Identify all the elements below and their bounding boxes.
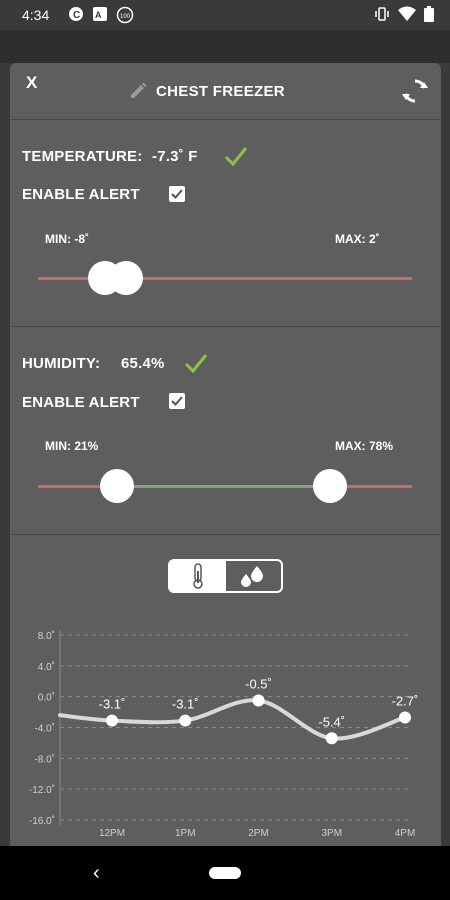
data-point — [325, 732, 338, 745]
data-point — [106, 714, 118, 727]
data-point — [399, 711, 411, 724]
thermometer-icon — [193, 563, 203, 589]
x-tick-label: 4PM — [395, 828, 416, 839]
device-card: X CHEST FREEZER TEMPERATURE: -7.3˚ F ENA… — [10, 63, 441, 853]
data-label: -2.7˚ — [392, 693, 419, 708]
y-tick-label: 4.0˚ — [38, 661, 55, 673]
humidity-slider-track-range[interactable] — [117, 485, 330, 488]
svg-text:C: C — [73, 10, 80, 21]
y-tick-label: -12.0˚ — [29, 784, 55, 796]
checkmark-icon — [171, 189, 183, 199]
humidity-max-knob[interactable] — [313, 469, 347, 503]
data-label: -3.1˚ — [99, 697, 126, 712]
x-tick-label: 2PM — [248, 828, 269, 839]
temperature-value: -7.3˚ F — [152, 148, 198, 165]
pencil-icon[interactable] — [128, 81, 148, 101]
check-icon — [184, 354, 208, 374]
divider — [10, 119, 441, 120]
humidity-drops-icon — [241, 566, 264, 587]
y-tick-label: 0.0˚ — [38, 692, 55, 704]
svg-text:100: 100 — [120, 14, 131, 20]
temperature-enable-alert-checkbox[interactable] — [169, 186, 185, 202]
humidity-enable-alert-label: ENABLE ALERT — [22, 394, 140, 411]
data-point — [252, 694, 265, 707]
y-tick-label: -8.0˚ — [34, 753, 55, 765]
wifi-icon — [398, 6, 416, 21]
data-label: -0.5˚ — [245, 677, 272, 692]
temperature-label: TEMPERATURE: — [22, 148, 143, 165]
humidity-label: HUMIDITY: — [22, 355, 101, 372]
navigation-bar: ‹ — [0, 846, 450, 900]
home-button[interactable] — [209, 867, 241, 879]
title-group[interactable]: CHEST FREEZER — [128, 81, 285, 101]
temperature-history-chart: 8.0˚ 4.0˚ 0.0˚ -4.0˚ -8.0˚ -12.0˚ -16.0˚ 12PM 1P… — [29, 630, 419, 839]
close-button[interactable]: X — [26, 73, 37, 93]
app-badge-icon: C — [69, 7, 83, 21]
humidity-min-knob[interactable] — [100, 469, 134, 503]
x-tick-label: 1PM — [175, 828, 196, 839]
chart-type-toggle[interactable] — [168, 559, 283, 593]
status-time: 4:34 — [22, 7, 50, 23]
card-header: X CHEST FREEZER — [10, 63, 441, 119]
battery-icon — [424, 6, 434, 22]
device-title: CHEST FREEZER — [156, 82, 285, 100]
check-icon — [224, 147, 248, 167]
humidity-max-label: MAX: 78% — [335, 439, 394, 453]
temperature-chart-tab[interactable] — [170, 561, 226, 591]
back-button[interactable]: ‹ — [93, 862, 100, 885]
x-tick-label: 12PM — [99, 828, 125, 839]
y-tick-label: -4.0˚ — [34, 723, 55, 735]
translate-icon: A — [93, 7, 107, 21]
humidity-value: 65.4% — [121, 355, 165, 372]
divider — [10, 326, 441, 327]
data-point — [179, 714, 192, 727]
y-tick-label: -16.0˚ — [29, 815, 55, 827]
status-bar: 4:34 C A 100 — [0, 0, 450, 30]
refresh-icon[interactable] — [401, 77, 429, 105]
data-label: -5.4˚ — [318, 714, 345, 729]
svg-text:A: A — [95, 10, 102, 20]
temperature-min-label: MIN: -8˚ — [45, 232, 89, 246]
vibrate-icon — [375, 7, 389, 21]
temperature-max-knob[interactable] — [109, 261, 143, 295]
data-label: -3.1˚ — [172, 697, 199, 712]
humidity-enable-alert-checkbox[interactable] — [169, 393, 185, 409]
humidity-chart-tab[interactable] — [226, 561, 282, 591]
x-tick-label: 3PM — [321, 828, 342, 839]
background-strip — [0, 30, 450, 63]
checkmark-icon — [171, 396, 183, 406]
circle-badge-icon: 100 — [116, 6, 134, 24]
humidity-min-label: MIN: 21% — [45, 439, 99, 453]
temperature-max-label: MAX: 2˚ — [335, 232, 380, 246]
divider — [10, 534, 441, 535]
y-tick-label: 8.0˚ — [38, 630, 55, 642]
temperature-enable-alert-label: ENABLE ALERT — [22, 186, 140, 203]
